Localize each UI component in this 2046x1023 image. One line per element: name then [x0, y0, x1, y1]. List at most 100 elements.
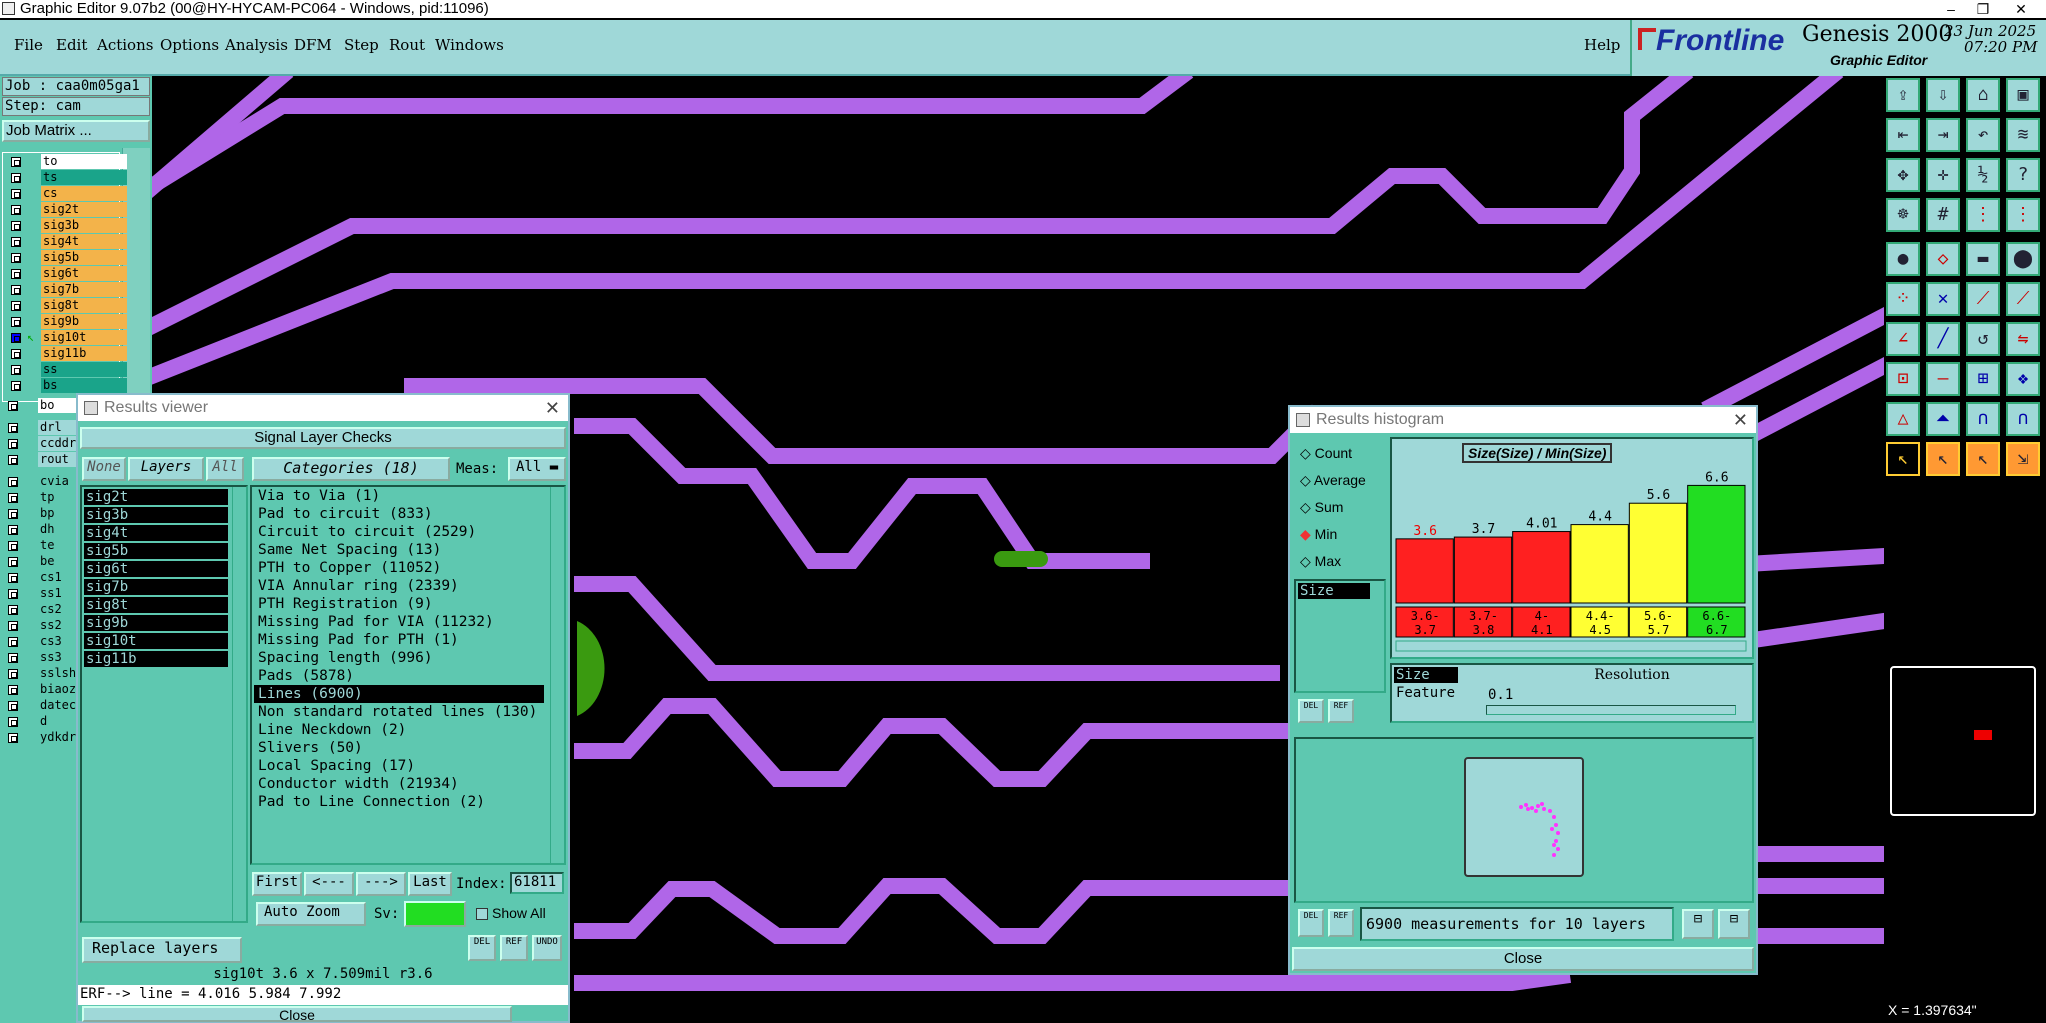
- layer-checkbox[interactable]: [8, 557, 18, 567]
- tool-arch-icon[interactable]: ∩: [1966, 402, 2000, 436]
- category-item[interactable]: PTH to Copper (11052): [258, 559, 441, 577]
- category-item[interactable]: VIA Annular ring (2339): [258, 577, 459, 595]
- tool-open-icon[interactable]: ⇪: [1886, 78, 1920, 112]
- del-button[interactable]: DEL: [468, 935, 496, 961]
- menu-options[interactable]: Options: [160, 36, 219, 54]
- tool-dash-icon[interactable]: —: [1926, 362, 1960, 396]
- layer-item[interactable]: ts: [41, 170, 127, 185]
- tool-layout-icon[interactable]: ▣: [2006, 78, 2040, 112]
- layer-checkbox[interactable]: [11, 173, 21, 183]
- layer-checkbox[interactable]: [11, 237, 21, 247]
- histogram-bar[interactable]: [1628, 502, 1688, 604]
- category-item-selected[interactable]: Lines (6900): [254, 685, 544, 703]
- layer-item[interactable]: sig2t: [41, 202, 127, 217]
- menu-analysis[interactable]: Analysis: [225, 36, 288, 54]
- histogram-bar[interactable]: [1570, 524, 1629, 604]
- export-icon[interactable]: ⊟: [1682, 909, 1714, 939]
- categories-button[interactable]: Categories (18): [252, 457, 450, 481]
- none-button[interactable]: None: [82, 457, 126, 481]
- tool-measure-icon[interactable]: ⊞: [1966, 362, 2000, 396]
- minimize-button[interactable]: –: [1936, 0, 1966, 18]
- category-item[interactable]: Pad to circuit (833): [258, 505, 433, 523]
- auto-zoom-dropdown[interactable]: Auto Zoom: [256, 902, 366, 926]
- tool-back-icon[interactable]: ↶: [1966, 118, 2000, 152]
- layer-item[interactable]: sig8t: [41, 298, 127, 313]
- layer-checkbox[interactable]: [11, 253, 21, 263]
- result-layer-item[interactable]: sig7b: [84, 579, 228, 595]
- layer-checkbox[interactable]: [11, 349, 21, 359]
- tool-save-icon[interactable]: ⇩: [1926, 78, 1960, 112]
- result-layer-item[interactable]: sig11b: [84, 651, 228, 667]
- hist-del-button[interactable]: DEL: [1298, 699, 1324, 723]
- menu-rout[interactable]: Rout: [389, 36, 425, 54]
- category-item[interactable]: Missing Pad for PTH (1): [258, 631, 459, 649]
- undo-button[interactable]: UNDO: [532, 935, 562, 961]
- prev-button[interactable]: <---: [304, 872, 354, 896]
- menu-windows[interactable]: Windows: [435, 36, 504, 54]
- category-item[interactable]: Pad to Line Connection (2): [258, 793, 485, 811]
- result-layer-item[interactable]: sig3b: [84, 507, 228, 523]
- resolution-slider[interactable]: [1486, 705, 1736, 715]
- tool-flip-icon[interactable]: ⇋: [2006, 322, 2040, 356]
- layer-results-list[interactable]: sig2t sig3b sig4t sig5b sig6t sig7b sig8…: [80, 485, 248, 923]
- layer-checkbox[interactable]: [11, 269, 21, 279]
- result-layer-item[interactable]: sig4t: [84, 525, 228, 541]
- histogram-bar[interactable]: [1687, 484, 1746, 604]
- layer-checkbox[interactable]: [8, 717, 18, 727]
- tool-fit-icon[interactable]: ✥: [1886, 158, 1920, 192]
- tool-group-icon[interactable]: ❖: [2006, 362, 2040, 396]
- first-button[interactable]: First: [252, 872, 302, 896]
- category-item[interactable]: Pads (5878): [258, 667, 354, 685]
- tool-diag-icon[interactable]: ⟋: [1966, 282, 2000, 316]
- tool-help-icon[interactable]: ?: [2006, 158, 2040, 192]
- layer-item[interactable]: bs: [41, 378, 127, 393]
- tool-snap-icon[interactable]: ⋮: [1966, 198, 2000, 232]
- layer-item[interactable]: sig5b: [41, 250, 127, 265]
- histogram-close-button[interactable]: Close: [1292, 947, 1754, 971]
- next-button[interactable]: --->: [356, 872, 406, 896]
- category-item[interactable]: Circuit to circuit (2529): [258, 523, 476, 541]
- result-layer-item[interactable]: sig9b: [84, 615, 228, 631]
- tool-line-icon[interactable]: ▬: [1966, 242, 2000, 276]
- meas-dropdown[interactable]: All ▬: [508, 457, 566, 481]
- histogram-bar[interactable]: [1512, 531, 1571, 604]
- layer-checkbox[interactable]: [11, 157, 21, 167]
- tool-select2-icon[interactable]: ↖: [1926, 442, 1960, 476]
- layer-checkbox[interactable]: [8, 733, 18, 743]
- category-item[interactable]: Local Spacing (17): [258, 757, 415, 775]
- layer-item[interactable]: sig9b: [41, 314, 127, 329]
- layer-checkbox[interactable]: [8, 541, 18, 551]
- layer-checkbox[interactable]: [8, 477, 18, 487]
- size-option[interactable]: Size: [1394, 667, 1458, 683]
- sv-color-dropdown[interactable]: [404, 901, 466, 927]
- layer-item[interactable]: sig3b: [41, 218, 127, 233]
- show-all-checkbox[interactable]: [476, 908, 488, 920]
- tool-in-icon[interactable]: ⇤: [1886, 118, 1920, 152]
- job-matrix-button[interactable]: Job Matrix ...: [2, 120, 150, 142]
- close-window-button[interactable]: ✕: [2006, 0, 2036, 18]
- result-layer-item[interactable]: sig8t: [84, 597, 228, 613]
- all-button[interactable]: All: [206, 457, 244, 481]
- layer-checkbox[interactable]: [8, 423, 18, 433]
- layer-checkbox-active[interactable]: [11, 333, 21, 343]
- category-item[interactable]: Spacing length (996): [258, 649, 433, 667]
- menu-step[interactable]: Step: [344, 36, 379, 54]
- layer-item[interactable]: ss: [41, 362, 127, 377]
- layer-checkbox[interactable]: [8, 573, 18, 583]
- tool-select-icon[interactable]: ↖: [1886, 442, 1920, 476]
- layer-checkbox[interactable]: [8, 621, 18, 631]
- layer-checkbox[interactable]: [8, 493, 18, 503]
- close-icon[interactable]: ✕: [1733, 407, 1748, 433]
- tool-zoom-icon[interactable]: ≋: [2006, 118, 2040, 152]
- layer-checkbox[interactable]: [8, 605, 18, 615]
- layer-checkbox[interactable]: [11, 189, 21, 199]
- tool-snap2-icon[interactable]: ⋮: [2006, 198, 2040, 232]
- tool-out-icon[interactable]: ⇥: [1926, 118, 1960, 152]
- hist-ref-button-2[interactable]: REF: [1328, 909, 1354, 937]
- layer-checkbox[interactable]: [8, 669, 18, 679]
- histogram-bar[interactable]: [1395, 538, 1454, 604]
- category-item[interactable]: Slivers (50): [258, 739, 363, 757]
- layer-checkbox[interactable]: [8, 589, 18, 599]
- tool-select4-icon[interactable]: ⇲: [2006, 442, 2040, 476]
- tool-pad-icon[interactable]: ●: [1886, 242, 1920, 276]
